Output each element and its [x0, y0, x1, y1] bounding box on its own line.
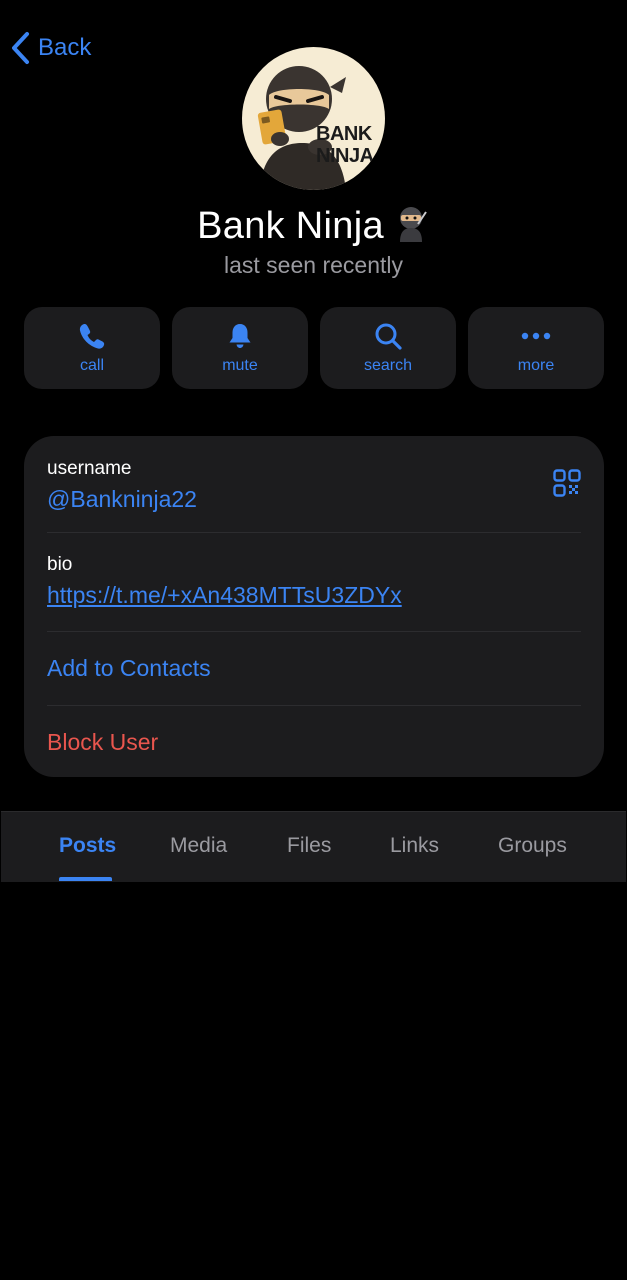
search-icon [375, 323, 402, 350]
active-tab-indicator [59, 877, 112, 881]
add-to-contacts-button[interactable]: Add to Contacts [47, 632, 581, 706]
tab-posts[interactable]: Posts [59, 834, 116, 858]
avatar-text-ninja: NINJA [316, 145, 374, 167]
back-label: Back [38, 34, 92, 61]
mute-label: mute [222, 357, 258, 374]
tab-files[interactable]: Files [287, 834, 331, 858]
more-label: more [517, 357, 555, 374]
search-label: search [363, 357, 413, 374]
bio-row: bio https://t.me/+xAn438MTTsU3ZDYx [47, 533, 581, 632]
profile-name: Bank Ninja [0, 204, 627, 252]
mute-button[interactable]: mute [172, 307, 308, 389]
block-user-button[interactable]: Block User [47, 706, 581, 778]
call-label: call [79, 357, 104, 374]
tab-media[interactable]: Media [170, 834, 227, 858]
username-value[interactable]: @Bankninja22 [47, 486, 581, 513]
call-button[interactable]: call [24, 307, 160, 389]
media-tabs: Posts Media Files Links Groups [1, 811, 626, 882]
tab-groups[interactable]: Groups [498, 834, 567, 858]
back-button[interactable]: Back [10, 30, 91, 66]
chevron-left-icon [12, 32, 29, 64]
profile-status: last seen recently [224, 252, 403, 278]
username-row[interactable]: username @Bankninja22 [47, 436, 581, 533]
bell-icon [229, 324, 251, 348]
more-icon [521, 332, 551, 340]
action-bar: call mute search more [24, 307, 604, 389]
bio-label: bio [47, 554, 73, 575]
more-button[interactable]: more [468, 307, 604, 389]
search-button[interactable]: search [320, 307, 456, 389]
bio-link[interactable]: https://t.me/+xAn438MTTsU3ZDYx [47, 582, 581, 609]
qr-code-icon[interactable] [553, 469, 581, 497]
tab-links[interactable]: Links [390, 834, 439, 858]
avatar-text-bank: BANK [316, 123, 372, 145]
avatar[interactable]: BANK NINJA [242, 47, 385, 190]
ninja-emoji-icon [392, 204, 430, 252]
phone-icon [79, 324, 105, 349]
info-card: username @Bankninja22 bio https://t.me/+… [24, 436, 604, 777]
ninja-avatar-icon [257, 66, 346, 190]
username-label: username [47, 458, 132, 479]
profile-name-text: Bank Ninja [197, 205, 384, 248]
